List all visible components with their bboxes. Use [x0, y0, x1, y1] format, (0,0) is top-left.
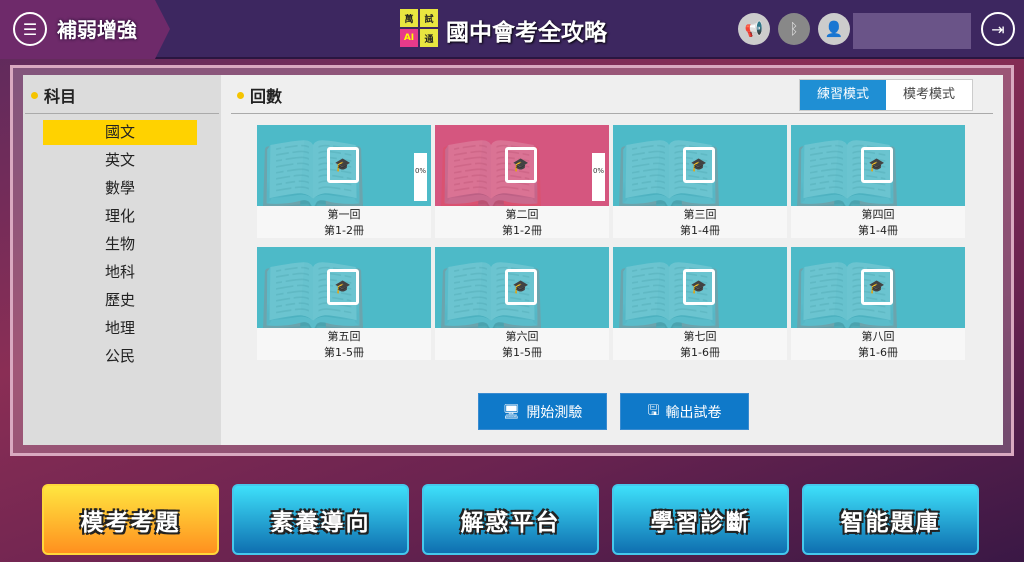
- round-range: 第1-6冊: [680, 346, 720, 359]
- round-range: 第1-4冊: [858, 224, 898, 237]
- logout-icon[interactable]: ⇥: [981, 12, 1015, 46]
- graduation-book-icon: 🎓: [861, 147, 893, 183]
- subject-item[interactable]: 理化: [43, 204, 197, 229]
- card-image: 📖 🎓 0%: [435, 125, 609, 206]
- subject-item[interactable]: 公民: [43, 344, 197, 369]
- subject-item[interactable]: 數學: [43, 176, 197, 201]
- round-card[interactable]: 📖 🎓 第五回第1-5冊: [257, 247, 431, 360]
- round-card[interactable]: 📖 🎓 第四回第1-4冊: [791, 125, 965, 238]
- graduation-book-icon: 🎓: [861, 269, 893, 305]
- card-image: 📖 🎓: [257, 247, 431, 328]
- bullet-icon: [31, 91, 38, 99]
- export-paper-button[interactable]: 🖫 輸出試卷: [620, 393, 749, 430]
- round-card[interactable]: 📖 🎓 0% 第一回 第1-2冊: [257, 125, 431, 238]
- app-title: 國中會考全攻略: [446, 20, 607, 46]
- graduation-book-icon: 🎓: [505, 147, 537, 183]
- round-range: 第1-2冊: [324, 224, 364, 237]
- divider: [25, 113, 219, 114]
- subject-item[interactable]: 地科: [43, 260, 197, 285]
- round-title: 第八回: [861, 330, 895, 343]
- round-title: 第三回: [683, 208, 717, 221]
- progress-badge: 0%: [414, 153, 427, 201]
- graduation-book-icon: 🎓: [683, 147, 715, 183]
- nav-literacy[interactable]: 素養導向: [232, 484, 409, 555]
- start-test-button[interactable]: 🖥 開始測驗: [478, 393, 607, 430]
- rounds-heading: 回數: [250, 87, 283, 106]
- round-card[interactable]: 📖 🎓 第三回第1-4冊: [613, 125, 787, 238]
- card-image: 📖 🎓: [791, 247, 965, 328]
- subject-sidebar: 科目 國文 英文 數學 理化 生物 地科 歷史 地理 公民: [23, 75, 221, 445]
- rounds-panel: 回數 練習模式 模考模式 📖 🎓 0% 第一回 第1-2冊 📖 🎓 0% 第二回 第1-2冊 📖 🎓 第…: [221, 75, 1003, 445]
- round-card[interactable]: 📖 🎓 第六回第1-5冊: [435, 247, 609, 360]
- card-image: 📖 🎓: [435, 247, 609, 328]
- round-card[interactable]: 📖 🎓 第七回第1-6冊: [613, 247, 787, 360]
- round-title: 第一回: [327, 208, 361, 221]
- round-grid: 📖 🎓 0% 第一回 第1-2冊 📖 🎓 0% 第二回 第1-2冊 📖 🎓 第三回 第1-4冊 📖 🎓 第四回第…: [257, 125, 965, 360]
- card-image: 📖 🎓: [791, 125, 965, 206]
- graduation-book-icon: 🎓: [327, 147, 359, 183]
- user-icon[interactable]: 👤: [818, 13, 850, 45]
- progress-badge: 0%: [592, 153, 605, 201]
- subject-item[interactable]: 生物: [43, 232, 197, 257]
- card-image: 📖 🎓: [613, 247, 787, 328]
- card-image: 📖 🎓 0%: [257, 125, 431, 206]
- content-panel: 科目 國文 英文 數學 理化 生物 地科 歷史 地理 公民 回數 練習模式 模考…: [10, 65, 1014, 456]
- card-image: 📖 🎓: [613, 125, 787, 206]
- export-paper-label: 輸出試卷: [665, 404, 722, 421]
- subject-heading: 科目: [44, 87, 77, 106]
- monitor-icon: 🖥: [502, 403, 521, 420]
- subject-item[interactable]: 歷史: [43, 288, 197, 313]
- bluetooth-icon[interactable]: ᛒ: [778, 13, 810, 45]
- subject-item[interactable]: 地理: [43, 316, 197, 341]
- graduation-book-icon: 🎓: [683, 269, 715, 305]
- round-range: 第1-5冊: [324, 346, 364, 359]
- round-title: 第六回: [505, 330, 539, 343]
- section-title: 補弱增強: [57, 18, 137, 42]
- round-card[interactable]: 📖 🎓 0% 第二回 第1-2冊: [435, 125, 609, 238]
- mock-exam-mode-tab[interactable]: 模考模式: [886, 80, 972, 110]
- round-title: 第五回: [327, 330, 361, 343]
- round-range: 第1-2冊: [502, 224, 542, 237]
- logo-char: AI: [400, 29, 418, 47]
- save-file-icon: 🖫: [647, 402, 660, 419]
- bullet-icon: [237, 91, 244, 99]
- round-title: 第七回: [683, 330, 717, 343]
- logo-char: 通: [420, 29, 438, 47]
- menu-icon[interactable]: ☰: [13, 12, 47, 46]
- logo-char: 萬: [400, 9, 418, 27]
- nav-question-bank[interactable]: 智能題庫: [802, 484, 979, 555]
- nav-qa-platform[interactable]: 解惑平台: [422, 484, 599, 555]
- user-name-box: [853, 13, 971, 49]
- subject-item[interactable]: 英文: [43, 148, 197, 173]
- round-range: 第1-6冊: [858, 346, 898, 359]
- subject-item[interactable]: 國文: [43, 120, 197, 145]
- round-range: 第1-5冊: [502, 346, 542, 359]
- app-logo: 萬 試 AI 通: [400, 9, 438, 47]
- mode-toggle: 練習模式 模考模式: [799, 79, 973, 111]
- round-range: 第1-4冊: [680, 224, 720, 237]
- practice-mode-tab[interactable]: 練習模式: [800, 80, 886, 110]
- graduation-book-icon: 🎓: [505, 269, 537, 305]
- nav-mock-exam[interactable]: 模考考題: [42, 484, 219, 555]
- megaphone-icon[interactable]: 📢: [738, 13, 770, 45]
- header: ☰ 補弱增強 萬 試 AI 通 國中會考全攻略 📢 ᛒ 👤 ⇥: [0, 0, 1024, 59]
- logo-char: 試: [420, 9, 438, 27]
- round-title: 第四回: [861, 208, 895, 221]
- start-test-label: 開始測驗: [526, 404, 583, 421]
- nav-diagnosis[interactable]: 學習診斷: [612, 484, 789, 555]
- divider: [231, 113, 993, 114]
- round-card[interactable]: 📖 🎓 第八回第1-6冊: [791, 247, 965, 360]
- graduation-book-icon: 🎓: [327, 269, 359, 305]
- round-title: 第二回: [505, 208, 539, 221]
